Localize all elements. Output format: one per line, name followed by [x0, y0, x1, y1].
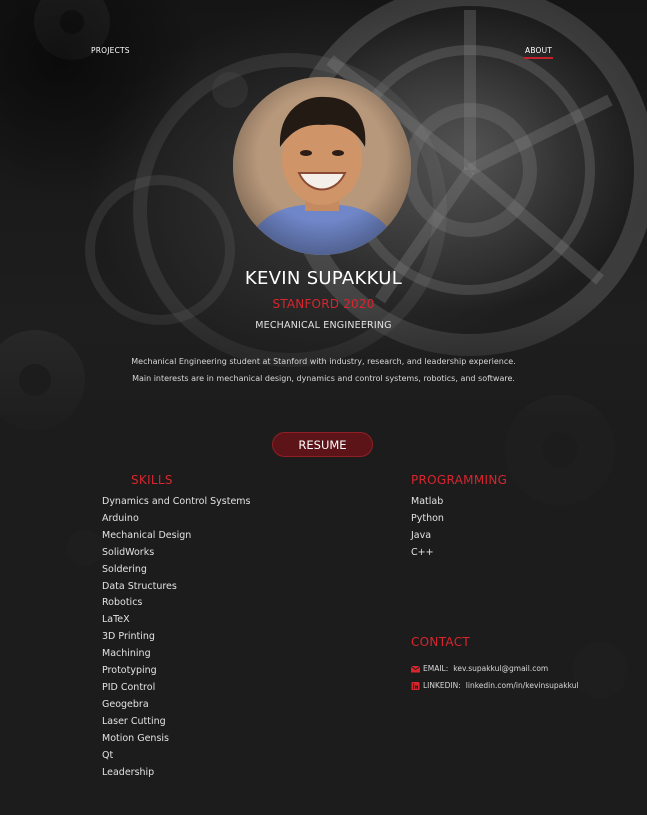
nav-projects-link[interactable]: PROJECTS	[91, 46, 130, 55]
list-item: Arduino	[102, 512, 139, 524]
list-item: LaTeX	[102, 614, 130, 626]
linkedin-icon	[411, 681, 420, 690]
profile-bio: Mechanical Engineering student at Stanfo…	[131, 357, 516, 383]
list-item: PID Control	[102, 681, 156, 693]
list-item: Soldering	[102, 563, 147, 575]
envelope-icon	[410, 665, 421, 673]
list-item: Dynamics and Control Systems	[102, 496, 251, 507]
list-item: SolidWorks	[102, 546, 155, 558]
linkedin-link[interactable]: linkedin.com/in/kevinsupakkul	[466, 681, 579, 690]
contact-linkedin-row: LINKEDIN: linkedin.com/in/kevinsupakkul	[411, 681, 579, 690]
email-link[interactable]: kev.supakkul@gmail.com	[453, 664, 548, 673]
list-item: Robotics	[102, 597, 143, 609]
list-item: Matlab	[411, 496, 444, 507]
list-item: Mechanical Design	[102, 529, 192, 541]
list-item: Motion Gensis	[102, 732, 169, 744]
list-item: Java	[411, 529, 432, 541]
linkedin-label: LINKEDIN:	[423, 681, 461, 690]
list-item: C++	[411, 546, 434, 558]
nav-about-link[interactable]: ABOUT	[523, 46, 554, 59]
profile-major: MECHANICAL ENGINEERING	[255, 320, 392, 331]
list-item: Qt	[102, 749, 114, 761]
avatar	[233, 77, 411, 255]
list-item: Laser Cutting	[102, 715, 166, 727]
programming-list: Matlab Python Java C++	[411, 494, 444, 562]
list-item: Prototyping	[102, 665, 157, 677]
skills-title: SKILLS	[131, 473, 173, 487]
contact-title: CONTACT	[411, 635, 471, 649]
profile-school: STANFORD 2020	[272, 297, 375, 311]
list-item: Geogebra	[102, 698, 149, 710]
skills-list: Dynamics and Control Systems Arduino Mec…	[102, 494, 251, 781]
contact-email-row: EMAIL: kev.supakkul@gmail.com	[410, 664, 548, 673]
programming-title: PROGRAMMING	[411, 473, 508, 487]
profile-photo	[233, 77, 411, 255]
list-item: Machining	[102, 648, 151, 660]
profile-name: KEVIN SUPAKKUL	[244, 268, 403, 289]
resume-button[interactable]: RESUME	[272, 432, 373, 457]
list-item: 3D Printing	[102, 631, 155, 643]
list-item: Python	[411, 512, 444, 524]
list-item: Leadership	[102, 766, 155, 778]
list-item: Data Structures	[102, 580, 177, 592]
email-label: EMAIL:	[423, 664, 449, 673]
